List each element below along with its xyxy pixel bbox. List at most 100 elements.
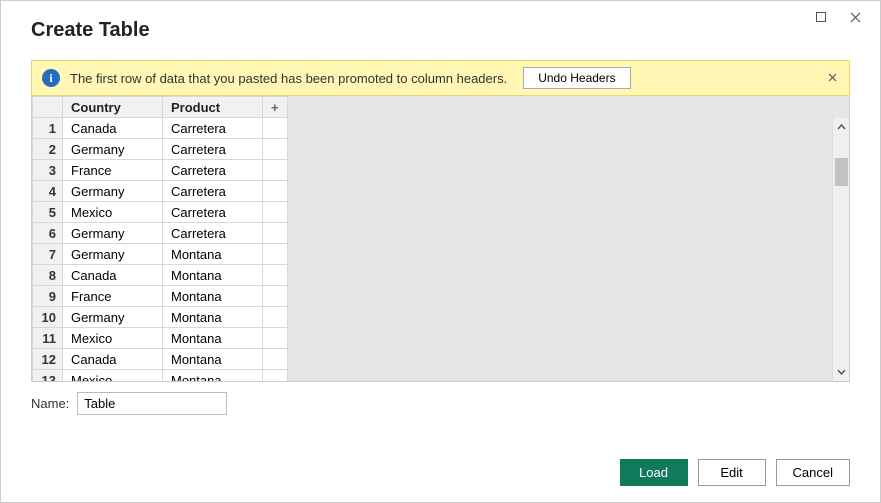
create-table-dialog: Create Table i The first row of data tha… <box>0 0 881 503</box>
cell-product[interactable]: Carretera <box>163 118 263 139</box>
name-row: Name: <box>1 382 880 415</box>
scroll-thumb[interactable] <box>835 158 848 186</box>
cell-country[interactable]: Mexico <box>63 202 163 223</box>
row-number[interactable]: 4 <box>33 181 63 202</box>
row-number[interactable]: 8 <box>33 265 63 286</box>
grid-empty-area <box>288 96 849 381</box>
row-number[interactable]: 6 <box>33 223 63 244</box>
table-row[interactable]: 10GermanyMontana <box>33 307 288 328</box>
table-row[interactable]: 2GermanyCarretera <box>33 139 288 160</box>
cell-empty[interactable] <box>263 244 288 265</box>
cell-country[interactable]: Germany <box>63 307 163 328</box>
table-row[interactable]: 6GermanyCarretera <box>33 223 288 244</box>
cell-product[interactable]: Montana <box>163 265 263 286</box>
dialog-footer: Load Edit Cancel <box>620 459 850 486</box>
row-number[interactable]: 1 <box>33 118 63 139</box>
table-row[interactable]: 4GermanyCarretera <box>33 181 288 202</box>
chevron-down-icon <box>837 369 846 375</box>
data-table-wrap: Country Product + 1CanadaCarretera2Germa… <box>32 96 288 381</box>
dialog-title: Create Table <box>1 1 180 52</box>
info-message: The first row of data that you pasted ha… <box>70 71 507 86</box>
row-number[interactable]: 13 <box>33 370 63 382</box>
cell-product[interactable]: Carretera <box>163 160 263 181</box>
table-row[interactable]: 5MexicoCarretera <box>33 202 288 223</box>
row-number[interactable]: 3 <box>33 160 63 181</box>
cell-country[interactable]: Germany <box>63 139 163 160</box>
cell-empty[interactable] <box>263 265 288 286</box>
column-header-product[interactable]: Product <box>163 97 263 118</box>
cell-product[interactable]: Montana <box>163 244 263 265</box>
cell-country[interactable]: Germany <box>63 244 163 265</box>
row-number[interactable]: 2 <box>33 139 63 160</box>
table-row[interactable]: 9FranceMontana <box>33 286 288 307</box>
vertical-scrollbar[interactable] <box>832 118 849 381</box>
info-close-button[interactable] <box>824 67 841 89</box>
table-row[interactable]: 12CanadaMontana <box>33 349 288 370</box>
cell-country[interactable]: Mexico <box>63 328 163 349</box>
cell-empty[interactable] <box>263 223 288 244</box>
cell-product[interactable]: Montana <box>163 307 263 328</box>
name-label: Name: <box>31 396 69 411</box>
cell-empty[interactable] <box>263 160 288 181</box>
cell-product[interactable]: Carretera <box>163 223 263 244</box>
cell-product[interactable]: Carretera <box>163 202 263 223</box>
row-number[interactable]: 11 <box>33 328 63 349</box>
info-bar: i The first row of data that you pasted … <box>31 60 850 96</box>
cell-product[interactable]: Montana <box>163 286 263 307</box>
scroll-up-arrow[interactable] <box>833 118 849 136</box>
table-row[interactable]: 3FranceCarretera <box>33 160 288 181</box>
cell-country[interactable]: Germany <box>63 181 163 202</box>
maximize-button[interactable] <box>804 5 838 29</box>
cell-country[interactable]: Germany <box>63 223 163 244</box>
add-column-button[interactable]: + <box>263 97 288 118</box>
cell-country[interactable]: Mexico <box>63 370 163 382</box>
cell-empty[interactable] <box>263 202 288 223</box>
table-row[interactable]: 7GermanyMontana <box>33 244 288 265</box>
column-header-country[interactable]: Country <box>63 97 163 118</box>
cell-empty[interactable] <box>263 328 288 349</box>
scroll-down-arrow[interactable] <box>833 363 849 381</box>
title-bar: Create Table <box>1 1 880 52</box>
undo-headers-button[interactable]: Undo Headers <box>523 67 630 89</box>
cell-product[interactable]: Carretera <box>163 139 263 160</box>
row-number[interactable]: 12 <box>33 349 63 370</box>
close-button[interactable] <box>838 5 872 29</box>
edit-button[interactable]: Edit <box>698 459 766 486</box>
cell-empty[interactable] <box>263 307 288 328</box>
cell-empty[interactable] <box>263 286 288 307</box>
data-table[interactable]: Country Product + 1CanadaCarretera2Germa… <box>32 96 288 381</box>
maximize-icon <box>816 12 826 22</box>
table-name-input[interactable] <box>77 392 227 415</box>
row-number[interactable]: 7 <box>33 244 63 265</box>
cell-product[interactable]: Montana <box>163 349 263 370</box>
close-icon <box>850 12 861 23</box>
row-number[interactable]: 5 <box>33 202 63 223</box>
info-icon: i <box>42 69 60 87</box>
cell-country[interactable]: France <box>63 286 163 307</box>
table-row[interactable]: 1CanadaCarretera <box>33 118 288 139</box>
cell-product[interactable]: Carretera <box>163 181 263 202</box>
close-icon <box>828 73 837 82</box>
window-controls <box>804 1 880 29</box>
corner-cell[interactable] <box>33 97 63 118</box>
row-number[interactable]: 10 <box>33 307 63 328</box>
cell-country[interactable]: France <box>63 160 163 181</box>
cell-product[interactable]: Montana <box>163 328 263 349</box>
cell-empty[interactable] <box>263 139 288 160</box>
chevron-up-icon <box>837 124 846 130</box>
load-button[interactable]: Load <box>620 459 688 486</box>
cell-country[interactable]: Canada <box>63 349 163 370</box>
cell-empty[interactable] <box>263 118 288 139</box>
cell-empty[interactable] <box>263 370 288 382</box>
cancel-button[interactable]: Cancel <box>776 459 850 486</box>
cell-product[interactable]: Montana <box>163 370 263 382</box>
cell-empty[interactable] <box>263 181 288 202</box>
table-row[interactable]: 11MexicoMontana <box>33 328 288 349</box>
table-row[interactable]: 13MexicoMontana <box>33 370 288 382</box>
cell-country[interactable]: Canada <box>63 118 163 139</box>
cell-country[interactable]: Canada <box>63 265 163 286</box>
cell-empty[interactable] <box>263 349 288 370</box>
row-number[interactable]: 9 <box>33 286 63 307</box>
data-grid-area: Country Product + 1CanadaCarretera2Germa… <box>31 96 850 382</box>
table-row[interactable]: 8CanadaMontana <box>33 265 288 286</box>
